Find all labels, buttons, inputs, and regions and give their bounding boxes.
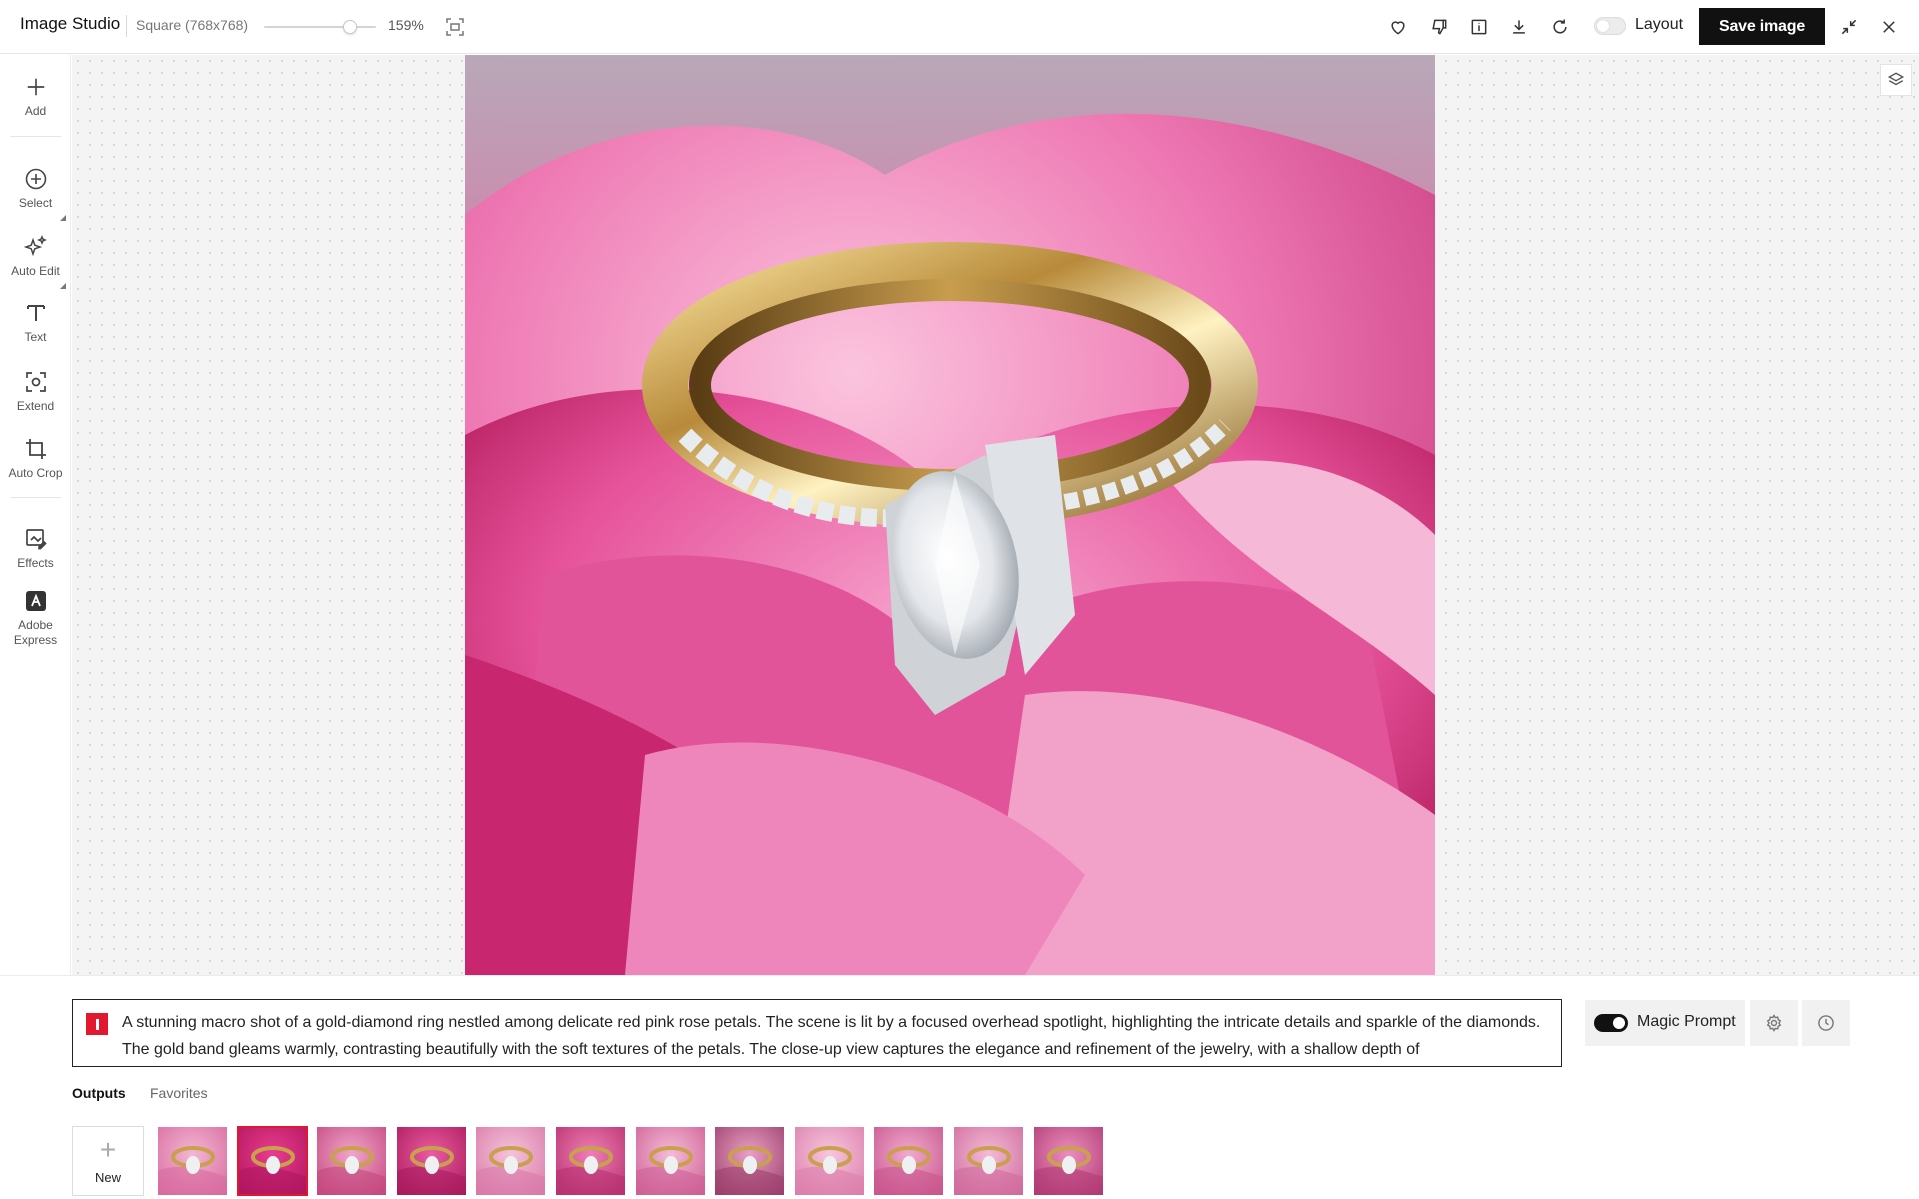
title-divider [126, 15, 127, 37]
generated-image[interactable] [465, 55, 1435, 975]
output-thumbnail[interactable] [396, 1127, 466, 1195]
tool-label: Adobe Express [13, 618, 58, 647]
tool-text[interactable]: Text [0, 299, 71, 345]
text-t-icon [22, 299, 50, 327]
magic-prompt-label: Magic Prompt [1637, 1013, 1736, 1030]
submenu-indicator [60, 283, 66, 289]
tool-label: Effects [17, 556, 54, 570]
zoom-slider[interactable] [264, 20, 376, 34]
effects-icon [22, 525, 50, 553]
prompt-badge-icon [86, 1013, 108, 1035]
thumbs-down-icon[interactable] [1426, 14, 1452, 40]
left-toolbar: Add Select Auto Edit Text Extend Auto Cr… [0, 55, 71, 975]
heart-icon[interactable] [1385, 14, 1411, 40]
toolbar-divider [10, 497, 61, 498]
layers-icon[interactable] [1880, 64, 1912, 96]
output-thumbnail[interactable] [635, 1127, 705, 1195]
download-icon[interactable] [1506, 14, 1532, 40]
plus-icon [22, 73, 50, 101]
crop-icon [22, 435, 50, 463]
app-title: Image Studio [20, 14, 121, 33]
tool-extend[interactable]: Extend [0, 368, 71, 414]
tool-add[interactable]: Add [0, 73, 71, 119]
prompt-input[interactable]: A stunning macro shot of a gold-diamond … [72, 999, 1562, 1067]
magic-prompt-toggle[interactable]: Magic Prompt [1585, 1000, 1745, 1046]
submenu-indicator [60, 215, 66, 221]
zoom-value: 159% [388, 17, 424, 33]
layout-toggle[interactable] [1594, 17, 1626, 35]
zoom-slider-thumb[interactable] [343, 20, 358, 34]
layout-label: Layout [1635, 16, 1684, 33]
output-thumbnail[interactable] [317, 1127, 387, 1195]
info-icon[interactable] [1466, 14, 1492, 40]
history-clock-icon[interactable] [1802, 1000, 1850, 1046]
collapse-icon[interactable] [1836, 14, 1862, 40]
adobe-express-icon [22, 587, 50, 615]
prompt-text[interactable]: A stunning macro shot of a gold-diamond … [122, 1009, 1547, 1061]
output-thumbnail[interactable] [556, 1127, 625, 1195]
new-label: New [94, 1169, 121, 1185]
output-thumbnail[interactable] [874, 1127, 944, 1195]
top-bar: Image Studio Square (768x768) 159% Layou… [0, 0, 1919, 54]
tool-label: Add [24, 104, 47, 118]
tool-auto-edit[interactable]: Auto Edit [0, 233, 71, 279]
canvas-size-label[interactable]: Square (768x768) [136, 17, 248, 33]
tool-label: Select [18, 196, 53, 210]
tool-label: Auto Edit [11, 264, 60, 278]
tool-label: Extend [16, 399, 55, 413]
close-icon[interactable] [1876, 14, 1902, 40]
tab-outputs[interactable]: Outputs [72, 1085, 126, 1101]
output-thumbnail[interactable] [476, 1127, 546, 1195]
plus-icon: + [99, 1133, 117, 1165]
refresh-icon[interactable] [1547, 14, 1573, 40]
output-thumbnail[interactable] [1033, 1127, 1103, 1195]
settings-gear-icon[interactable] [1750, 1000, 1798, 1046]
tool-auto-crop[interactable]: Auto Crop [0, 435, 71, 481]
output-thumbnail[interactable] [794, 1127, 864, 1195]
tool-label: Text [24, 330, 47, 344]
select-target-icon [22, 165, 50, 193]
tool-label: Auto Crop [8, 466, 63, 480]
output-thumbnail[interactable] [236, 1126, 308, 1196]
tool-effects[interactable]: Effects [0, 525, 71, 571]
tab-favorites[interactable]: Favorites [150, 1085, 208, 1101]
bottom-panel: A stunning macro shot of a gold-diamond … [0, 975, 1919, 1199]
extend-frame-icon [22, 368, 50, 396]
tool-adobe-express[interactable]: Adobe Express [0, 587, 71, 648]
output-thumbnail[interactable] [158, 1127, 227, 1195]
fit-to-screen-icon[interactable] [444, 16, 466, 38]
save-image-button[interactable]: Save image [1699, 8, 1825, 45]
magic-prompt-switch[interactable] [1594, 1014, 1628, 1032]
new-output-button[interactable]: + New [72, 1126, 144, 1196]
output-thumbnail[interactable] [715, 1127, 785, 1195]
tool-select[interactable]: Select [0, 165, 71, 211]
output-thumbnail[interactable] [954, 1127, 1023, 1195]
toolbar-divider [10, 136, 61, 137]
sparkles-icon [22, 233, 50, 261]
